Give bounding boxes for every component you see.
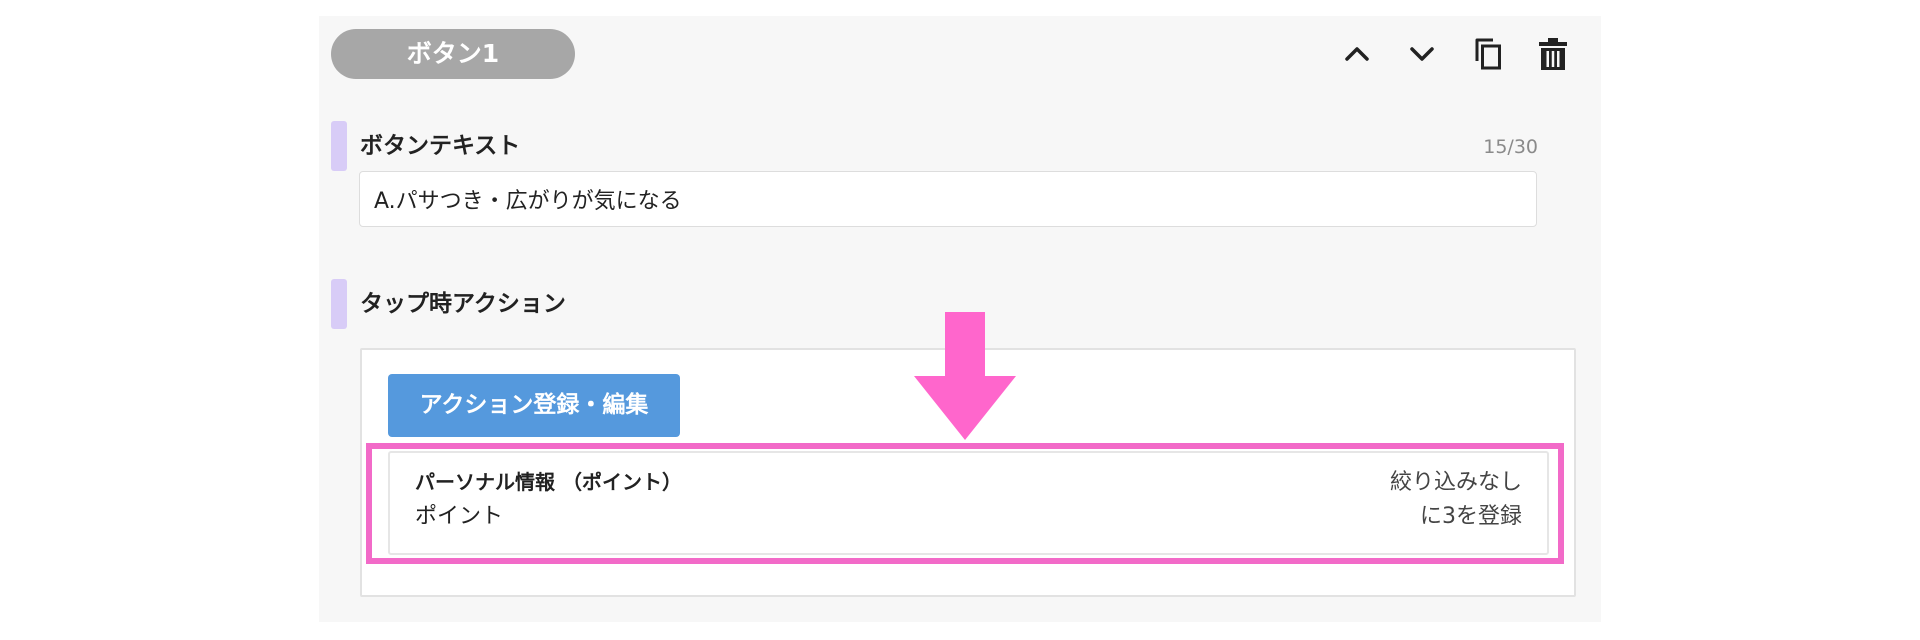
trash-icon xyxy=(1539,38,1567,70)
delete-button[interactable] xyxy=(1533,34,1573,74)
highlight-frame xyxy=(366,443,1564,564)
chevron-down-icon xyxy=(1410,47,1434,61)
copy-icon xyxy=(1475,38,1501,70)
button-name-label: ボタン1 xyxy=(331,29,575,79)
action-register-edit-button[interactable]: アクション登録・編集 xyxy=(388,374,680,437)
move-down-button[interactable] xyxy=(1402,34,1442,74)
button-text-input[interactable] xyxy=(359,171,1537,227)
chevron-up-icon xyxy=(1345,47,1369,61)
section-accent-bar xyxy=(331,279,347,329)
section-accent-bar xyxy=(331,121,347,171)
screen: ボタン1 ボタンテキスト 15/30 タップ時アクション アクション登録・編集 xyxy=(0,0,1920,640)
tap-action-section-title: タップ時アクション xyxy=(360,291,566,317)
button-text-section-title: ボタンテキスト xyxy=(360,133,521,159)
annotation-arrow-down-icon xyxy=(914,312,1016,440)
move-up-button[interactable] xyxy=(1337,34,1377,74)
duplicate-button[interactable] xyxy=(1468,34,1508,74)
character-counter: 15/30 xyxy=(1483,136,1538,158)
